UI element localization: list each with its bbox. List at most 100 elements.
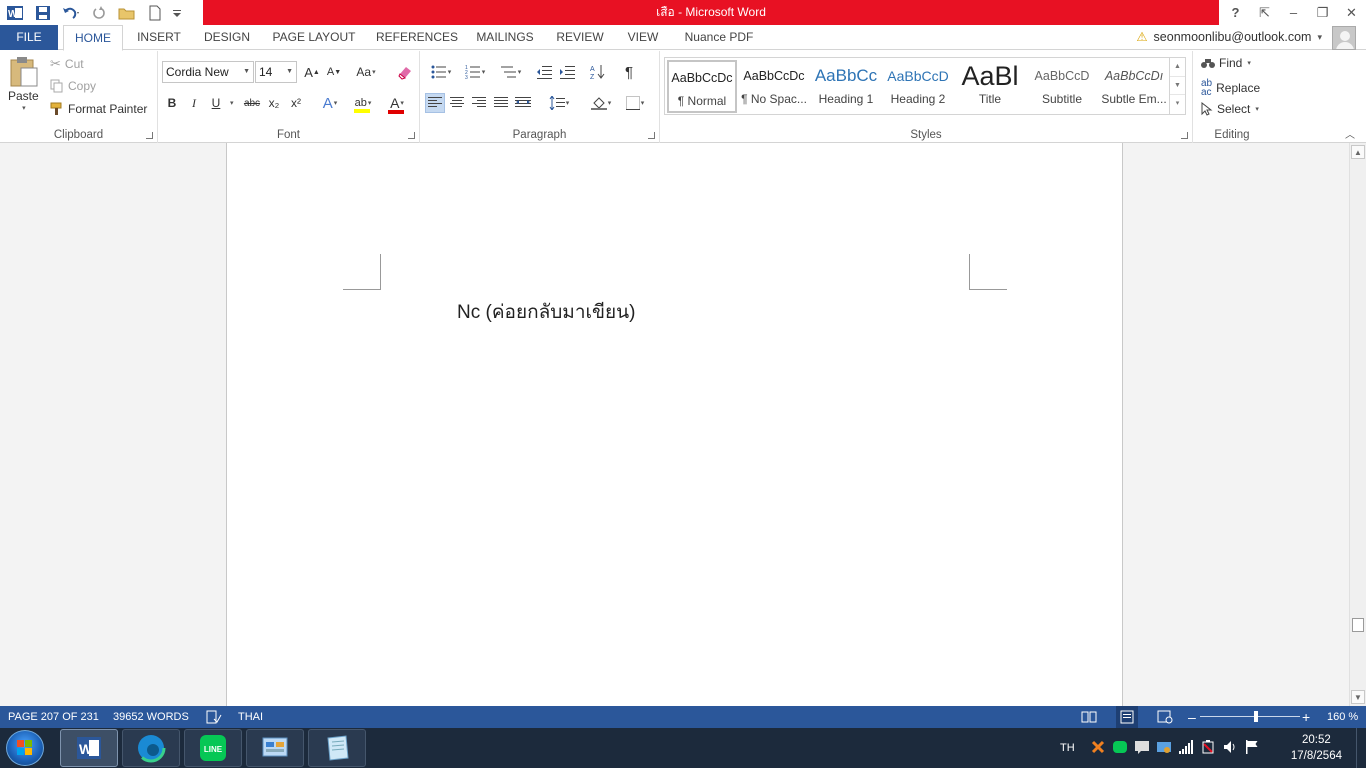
zoom-slider-thumb[interactable] [1254, 711, 1258, 722]
format-painter-button[interactable]: Format Painter [50, 102, 147, 116]
style-heading-2[interactable]: AaBbCcD Heading 2 [883, 60, 953, 113]
gallery-more-icon[interactable]: ▾ [1170, 95, 1185, 114]
taskbar-app[interactable] [308, 729, 366, 767]
style-title[interactable]: AaBl Title [955, 60, 1025, 113]
numbering-button[interactable]: 1 2 3 ▾ [460, 62, 490, 82]
find-button[interactable]: Find ▾ [1201, 56, 1251, 70]
paragraph-launcher-icon[interactable] [648, 132, 655, 139]
select-button[interactable]: Select ▾ [1201, 102, 1259, 116]
grow-font-button[interactable]: A ▲ [302, 62, 322, 82]
style-subtitle[interactable]: AaBbCcD Subtitle [1027, 60, 1097, 113]
thai-distributed-button[interactable] [513, 93, 533, 113]
tab-view[interactable]: VIEW [623, 25, 663, 50]
minimize-button[interactable]: – [1279, 0, 1308, 25]
tab-review[interactable]: REVIEW [554, 25, 606, 50]
signal-strength-icon[interactable] [1178, 739, 1194, 758]
restore-button[interactable]: ❐ [1308, 0, 1337, 25]
show-formatting-button[interactable]: ¶ [619, 62, 639, 82]
action-center-flag-icon[interactable] [1244, 739, 1260, 758]
text-effects-button[interactable]: A ▾ [316, 93, 344, 113]
ribbon-display-options-button[interactable]: ⇱ [1250, 0, 1279, 25]
battery-icon[interactable] [1200, 739, 1216, 758]
tab-design[interactable]: DESIGN [200, 25, 254, 50]
document-page[interactable]: Nc (ค่อยกลับมาเขียน) [226, 143, 1123, 706]
tab-file[interactable]: FILE [0, 25, 58, 50]
collapse-ribbon-icon[interactable]: ︿ [1342, 125, 1358, 141]
avatar[interactable] [1332, 26, 1356, 50]
cut-button[interactable]: ✂ Cut [50, 56, 84, 72]
tab-references[interactable]: REFERENCES [376, 25, 458, 50]
font-name-select[interactable]: Cordia New ▼ [162, 61, 254, 83]
underline-dropdown-icon[interactable]: ▾ [230, 99, 234, 107]
zoom-out-button[interactable]: – [1188, 706, 1196, 728]
font-launcher-icon[interactable] [408, 132, 415, 139]
gallery-down-icon[interactable]: ▼ [1170, 77, 1185, 96]
justify-button[interactable] [491, 93, 511, 113]
scroll-down-icon[interactable]: ▼ [1351, 690, 1365, 704]
network-share-icon[interactable] [1156, 739, 1172, 758]
gallery-up-icon[interactable]: ▲ [1170, 58, 1185, 77]
tab-nuance-pdf[interactable]: Nuance PDF [680, 25, 758, 50]
taskbar-word[interactable]: W [60, 729, 118, 767]
clipboard-launcher-icon[interactable] [146, 132, 153, 139]
scroll-up-icon[interactable]: ▲ [1351, 145, 1365, 159]
multilevel-list-button[interactable]: ▾ [496, 62, 526, 82]
increase-indent-button[interactable] [557, 62, 577, 82]
redo-icon[interactable] [88, 3, 110, 23]
shading-button[interactable]: ▾ [586, 93, 616, 113]
taskbar-line[interactable]: LINE [184, 729, 242, 767]
chat-tray-icon[interactable] [1134, 739, 1150, 758]
subscript-button[interactable]: x₂ [264, 93, 284, 113]
taskbar-edge[interactable] [122, 729, 180, 767]
strikethrough-button[interactable]: abc [240, 93, 264, 113]
style-subtle-emphasis[interactable]: AaBbCcDı Subtle Em... [1099, 60, 1169, 113]
font-color-button[interactable]: A ▾ [382, 93, 412, 114]
font-size-select[interactable]: 14 ▼ [255, 61, 297, 83]
word-count[interactable]: 39652 WORDS [113, 706, 189, 728]
close-button[interactable]: ✕ [1337, 0, 1366, 25]
zoom-level[interactable]: 160 % [1327, 706, 1358, 728]
style-heading-1[interactable]: AaBbCc Heading 1 [811, 60, 881, 113]
copy-button[interactable]: Copy [50, 79, 96, 93]
tab-insert[interactable]: INSERT [133, 25, 185, 50]
word-app-icon[interactable]: W [4, 3, 26, 23]
superscript-button[interactable]: x² [286, 93, 306, 113]
show-desktop-button[interactable] [1356, 728, 1366, 768]
paste-button[interactable]: Paste ▾ [8, 56, 39, 112]
proofing-icon[interactable] [206, 706, 222, 728]
web-layout-icon[interactable] [1157, 706, 1173, 728]
line-spacing-button[interactable]: ▾ [544, 93, 574, 113]
borders-button[interactable]: ▾ [620, 93, 650, 113]
open-folder-icon[interactable] [116, 3, 138, 23]
decrease-indent-button[interactable] [534, 62, 554, 82]
customize-qat-icon[interactable] [172, 3, 182, 23]
zoom-in-button[interactable]: + [1302, 706, 1310, 728]
clear-formatting-button[interactable] [395, 62, 415, 82]
tab-page-layout[interactable]: PAGE LAYOUT [270, 25, 358, 50]
center-button[interactable] [447, 93, 467, 113]
account-area[interactable]: ⚠ seonmoonlibu@outlook.com ▾ [1136, 25, 1322, 50]
bullets-button[interactable]: ▾ [426, 62, 456, 82]
tray-app-icon[interactable] [1090, 739, 1106, 758]
system-clock[interactable]: 20:52 17/8/2564 [1291, 732, 1342, 764]
underline-button[interactable]: U [206, 93, 226, 113]
save-icon[interactable] [32, 3, 54, 23]
document-text[interactable]: Nc (ค่อยกลับมาเขียน) [457, 297, 635, 327]
taskbar-control-panel[interactable] [246, 729, 304, 767]
print-layout-icon[interactable] [1116, 706, 1138, 728]
scroll-thumb[interactable] [1352, 618, 1364, 632]
bold-button[interactable]: B [162, 93, 182, 113]
language-indicator[interactable]: THAI [238, 706, 263, 728]
new-document-icon[interactable] [144, 3, 166, 23]
sort-button[interactable]: AZ [588, 62, 608, 82]
tab-mailings[interactable]: MAILINGS [472, 25, 538, 50]
read-mode-icon[interactable] [1081, 706, 1097, 728]
align-right-button[interactable] [469, 93, 489, 113]
page-count[interactable]: PAGE 207 OF 231 [8, 706, 99, 728]
start-button[interactable] [6, 730, 44, 766]
italic-button[interactable]: I [184, 93, 204, 113]
change-case-button[interactable]: Aa ▾ [352, 62, 380, 82]
style-normal[interactable]: AaBbCcDc ¶ Normal [667, 60, 737, 113]
zoom-slider[interactable] [1200, 716, 1300, 717]
language-bar[interactable]: TH [1060, 728, 1075, 768]
